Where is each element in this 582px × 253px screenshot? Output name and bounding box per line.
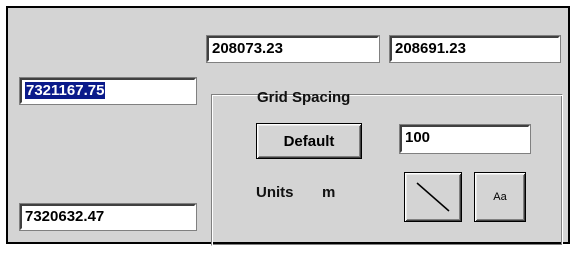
units-value: m bbox=[322, 184, 336, 201]
x-max-field[interactable]: 208691.23 bbox=[389, 35, 561, 63]
y-min-value: 7320632.47 bbox=[25, 208, 105, 225]
grid-spacing-title: Grid Spacing bbox=[257, 89, 351, 106]
grid-spacing-input[interactable]: 100 bbox=[399, 124, 531, 154]
x-min-value: 208073.23 bbox=[212, 40, 283, 57]
x-min-field[interactable]: 208073.23 bbox=[206, 35, 380, 63]
coordinate-panel: 208073.23 208691.23 7321167.75 7320632.4… bbox=[6, 6, 570, 246]
y-min-field[interactable]: 7320632.47 bbox=[19, 203, 197, 231]
grid-spacing-group: Grid Spacing Default 100 Units m Aa bbox=[211, 89, 563, 246]
font-icon: Aa bbox=[493, 191, 507, 203]
grid-spacing-value: 100 bbox=[405, 129, 431, 146]
x-max-value: 208691.23 bbox=[395, 40, 466, 57]
y-max-value: 7321167.75 bbox=[25, 82, 106, 99]
line-style-button[interactable] bbox=[404, 172, 462, 222]
y-max-field[interactable]: 7321167.75 bbox=[19, 77, 197, 105]
font-button[interactable]: Aa bbox=[474, 172, 526, 222]
default-button[interactable]: Default bbox=[256, 123, 362, 159]
units-label: Units bbox=[256, 184, 294, 201]
diagonal-line-icon bbox=[416, 182, 450, 212]
